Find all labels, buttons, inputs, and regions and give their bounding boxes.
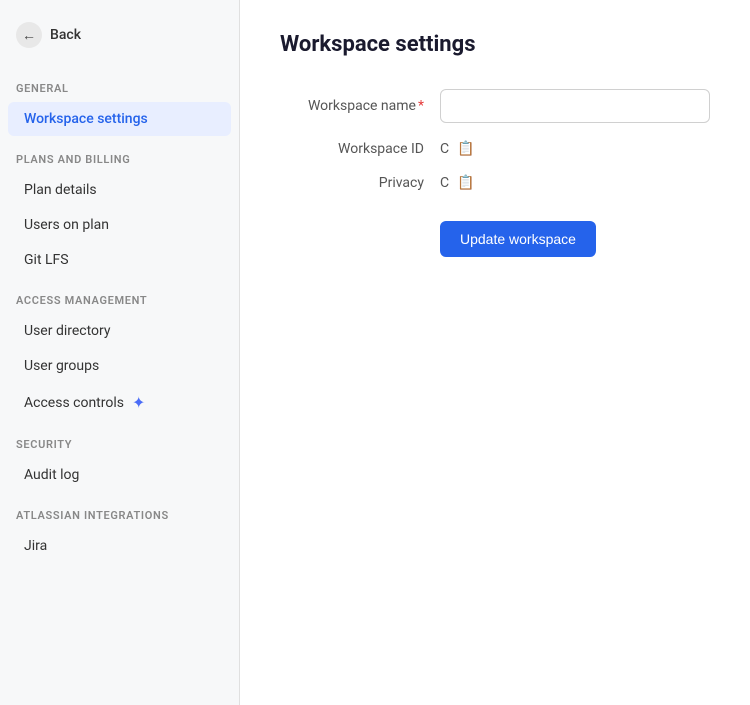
workspace-name-input[interactable] — [440, 89, 710, 123]
copy-icon[interactable]: 📋 — [457, 141, 474, 157]
sidebar-item-label: User directory — [24, 323, 111, 339]
back-arrow-icon: ← — [16, 22, 42, 48]
back-label: Back — [50, 27, 81, 43]
sparkle-icon: ✦ — [132, 393, 145, 412]
sidebar-item-users-on-plan[interactable]: Users on plan — [8, 208, 231, 242]
sidebar-item-label: User groups — [24, 358, 99, 374]
sidebar-item-plan-details[interactable]: Plan details — [8, 173, 231, 207]
privacy-label: Privacy — [280, 175, 440, 191]
workspace-name-row: Workspace name* — [280, 89, 710, 123]
sidebar-item-label: Git LFS — [24, 252, 69, 268]
section-label-access-management: Access management — [0, 278, 239, 313]
sidebar-item-label: Workspace settings — [24, 111, 148, 127]
workspace-id-value: C 📋 — [440, 141, 710, 157]
workspace-name-label: Workspace name* — [280, 98, 440, 114]
back-button[interactable]: ← Back — [0, 12, 239, 58]
workspace-id-row: Workspace ID C 📋 — [280, 141, 710, 157]
sidebar-item-user-directory[interactable]: User directory — [8, 314, 231, 348]
section-label-security: Security — [0, 422, 239, 457]
section-label-plans-billing: Plans and billing — [0, 137, 239, 172]
sidebar-item-audit-log[interactable]: Audit log — [8, 458, 231, 492]
sidebar-item-label: Audit log — [24, 467, 79, 483]
sidebar-item-label: Jira — [24, 538, 47, 554]
update-workspace-button[interactable]: Update workspace — [440, 221, 596, 257]
section-label-general: General — [0, 66, 239, 101]
workspace-settings-form: Workspace name* Workspace ID C 📋 Privacy… — [280, 89, 710, 257]
privacy-edit-icon[interactable]: 📋 — [457, 175, 474, 191]
required-star: * — [418, 98, 424, 114]
workspace-id-label: Workspace ID — [280, 141, 440, 157]
sidebar: ← Back General Workspace settings Plans … — [0, 0, 240, 705]
sidebar-item-label: Plan details — [24, 182, 97, 198]
sidebar-item-git-lfs[interactable]: Git LFS — [8, 243, 231, 277]
privacy-value: C 📋 — [440, 175, 710, 191]
sidebar-item-workspace-settings[interactable]: Workspace settings — [8, 102, 231, 136]
main-content: Workspace settings Workspace name* Works… — [240, 0, 750, 705]
privacy-row: Privacy C 📋 — [280, 175, 710, 191]
sidebar-item-jira[interactable]: Jira — [8, 529, 231, 563]
sidebar-item-user-groups[interactable]: User groups — [8, 349, 231, 383]
section-label-atlassian-integrations: Atlassian integrations — [0, 493, 239, 528]
sidebar-item-label: Access controls — [24, 395, 124, 411]
page-title: Workspace settings — [280, 32, 710, 57]
sidebar-item-access-controls[interactable]: Access controls ✦ — [8, 384, 231, 421]
sidebar-item-label: Users on plan — [24, 217, 109, 233]
